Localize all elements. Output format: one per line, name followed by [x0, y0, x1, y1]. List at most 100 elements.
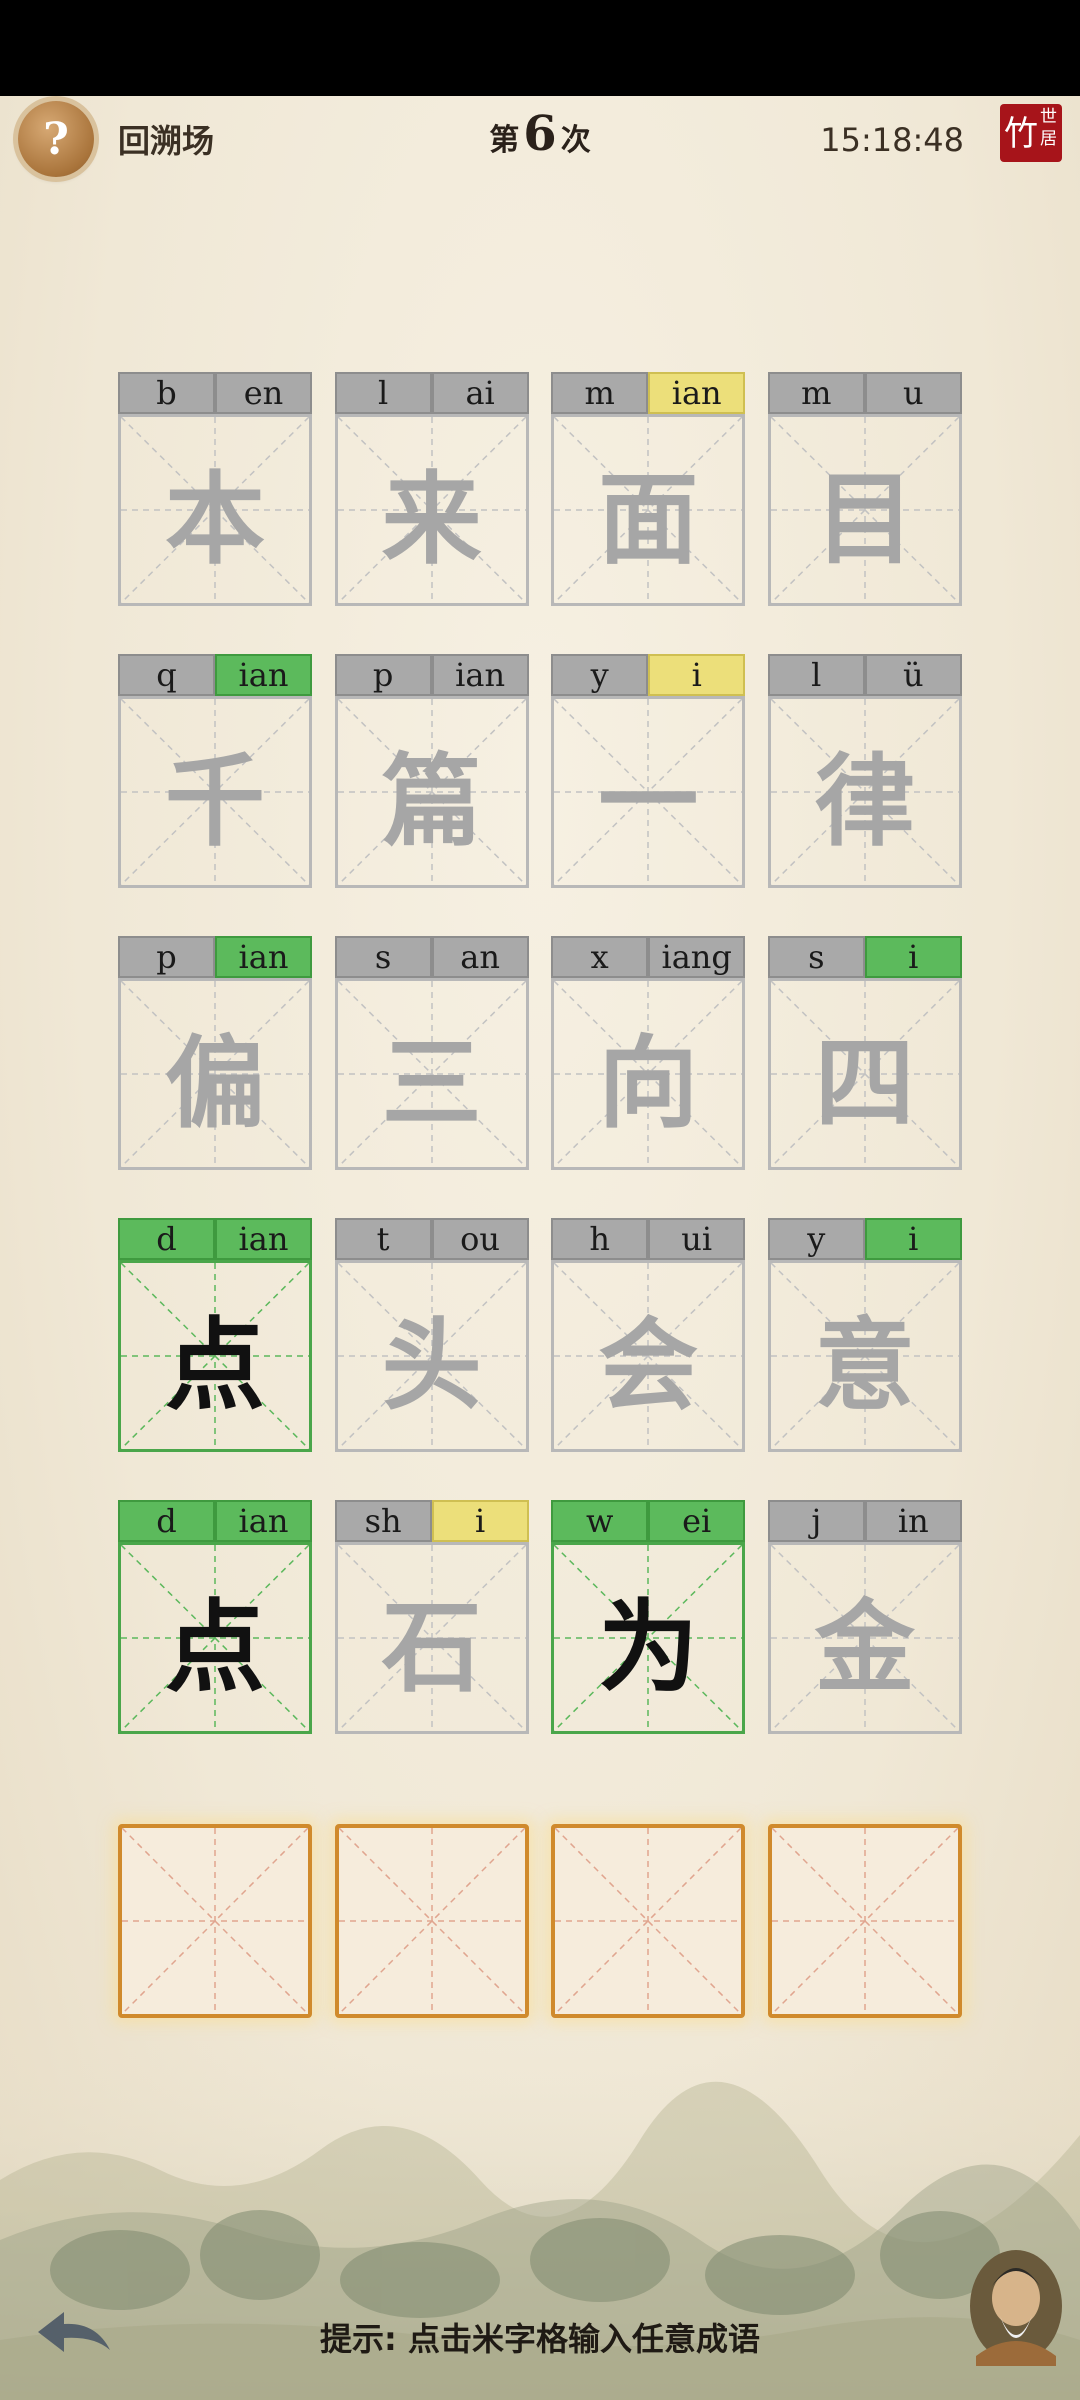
answer-slot[interactable]: [118, 1824, 312, 2018]
pinyin-final: an: [431, 936, 529, 978]
pinyin-final: iang: [648, 936, 746, 978]
pinyin-initial: s: [767, 936, 865, 978]
pinyin-initial: y: [767, 1218, 865, 1260]
mi-grid-guides: [338, 1828, 525, 2014]
guess-cell: yi 一: [551, 654, 746, 888]
character-box: 为: [551, 1542, 746, 1734]
character-box: 头: [334, 1260, 529, 1452]
round-prefix: 第: [489, 123, 520, 158]
character: 目: [814, 460, 915, 578]
pinyin-header: j in: [767, 1500, 962, 1542]
pinyin-final: i: [864, 936, 962, 978]
character: 面: [598, 460, 699, 578]
character: 本: [165, 460, 265, 578]
character-box: 一: [551, 696, 746, 888]
character-box: 面: [551, 414, 746, 606]
character: 石: [381, 1588, 482, 1706]
pinyin-header: h ui: [551, 1218, 746, 1260]
character-box: 点: [118, 1260, 312, 1452]
pinyin-initial: b: [118, 372, 215, 414]
character-box: 点: [118, 1542, 312, 1734]
character-box: 石: [334, 1542, 529, 1734]
pinyin-final: ou: [431, 1218, 529, 1260]
character-box: 会: [551, 1260, 746, 1452]
pinyin-initial: q: [118, 654, 215, 696]
character-box: 律: [767, 696, 962, 888]
pinyin-final: ian: [215, 936, 312, 978]
character: 千: [165, 742, 265, 860]
pinyin-header: q ian: [118, 654, 312, 696]
pinyin-final: ü: [864, 654, 962, 696]
pinyin-initial: h: [551, 1218, 649, 1260]
pinyin-header: sh i: [334, 1500, 529, 1542]
round-number: 6: [523, 106, 557, 162]
pinyin-final: in: [864, 1500, 962, 1542]
pinyin-final: en: [215, 372, 312, 414]
pinyin-initial: sh: [334, 1500, 432, 1542]
answer-slot[interactable]: [334, 1824, 529, 2018]
character-box: 意: [767, 1260, 962, 1452]
app-logo[interactable]: 竹 世 居: [1000, 104, 1062, 162]
character: 来: [381, 460, 482, 578]
character-box: 篇: [334, 696, 529, 888]
character: 意: [814, 1306, 915, 1424]
pinyin-initial: m: [551, 372, 649, 414]
guess-cell: q ian 千: [118, 654, 312, 888]
pinyin-header: lü: [767, 654, 962, 696]
character-box: 本: [118, 414, 312, 606]
pinyin-header: m ian: [551, 372, 746, 414]
pinyin-initial: y: [551, 654, 649, 696]
pinyin-initial: l: [767, 654, 865, 696]
guess-cell: d ian 点: [118, 1500, 312, 1734]
guess-row: d ian 点 sh i 石 w ei 为 j in 金: [118, 1500, 962, 1734]
guess-cell: b en 本: [118, 372, 312, 606]
clock: 15:18:48: [820, 121, 964, 159]
guess-cell: j in 金: [767, 1500, 962, 1734]
character-box: 千: [118, 696, 312, 888]
pinyin-final: i: [864, 1218, 962, 1260]
character: 金: [814, 1588, 915, 1706]
pinyin-final: ei: [648, 1500, 746, 1542]
character: 律: [814, 742, 915, 860]
character-box: 三: [334, 978, 529, 1170]
character: 三: [381, 1024, 482, 1142]
pinyin-header: p ian: [334, 654, 529, 696]
guess-cell: x iang 向: [551, 936, 746, 1170]
pinyin-final: ai: [431, 372, 529, 414]
character: 偏: [165, 1024, 265, 1142]
guess-cell: p ian 偏: [118, 936, 312, 1170]
sage-avatar[interactable]: [966, 2246, 1066, 2366]
guess-row: d ian 点 t ou 头 h ui 会 y i 意: [118, 1218, 962, 1452]
answer-slot[interactable]: [551, 1824, 746, 2018]
pinyin-header: yi: [767, 1218, 962, 1260]
answer-slot[interactable]: [767, 1824, 962, 2018]
pinyin-header: s an: [334, 936, 529, 978]
pinyin-initial: m: [767, 372, 865, 414]
pinyin-final: i: [431, 1500, 529, 1542]
character: 四: [814, 1024, 915, 1142]
guess-cell: mu 目: [767, 372, 962, 606]
round-suffix: 次: [560, 123, 591, 158]
mi-grid-guides: [122, 1828, 308, 2014]
guess-cell: w ei 为: [551, 1500, 746, 1734]
pinyin-final: i: [648, 654, 746, 696]
pinyin-header: l ai: [334, 372, 529, 414]
guess-cell: d ian 点: [118, 1218, 312, 1452]
character: 会: [598, 1306, 699, 1424]
guess-row: b en 本 l ai 来 m ian 面 m u 目: [118, 372, 962, 606]
guess-cell: t ou 头: [334, 1218, 529, 1452]
pinyin-header: p ian: [118, 936, 312, 978]
guess-cell: m ian 面: [551, 372, 746, 606]
pinyin-final: ian: [648, 372, 746, 414]
pinyin-final: u: [864, 372, 962, 414]
guess-cell: si 四: [767, 936, 962, 1170]
guess-cell: lü 律: [767, 654, 962, 888]
pinyin-final: ui: [648, 1218, 746, 1260]
character-box: 四: [767, 978, 962, 1170]
game-screen: ? 回溯场 第6 次 15:18:48 竹 世 居 b en 本 l ai 来 m ian 面 m u…: [0, 96, 1080, 2400]
character: 一: [598, 742, 699, 860]
pinyin-initial: x: [551, 936, 649, 978]
pinyin-header: mu: [767, 372, 962, 414]
pinyin-initial: l: [334, 372, 432, 414]
hint-text: 提示: 点击米字格输入任意成语: [320, 2320, 760, 2358]
